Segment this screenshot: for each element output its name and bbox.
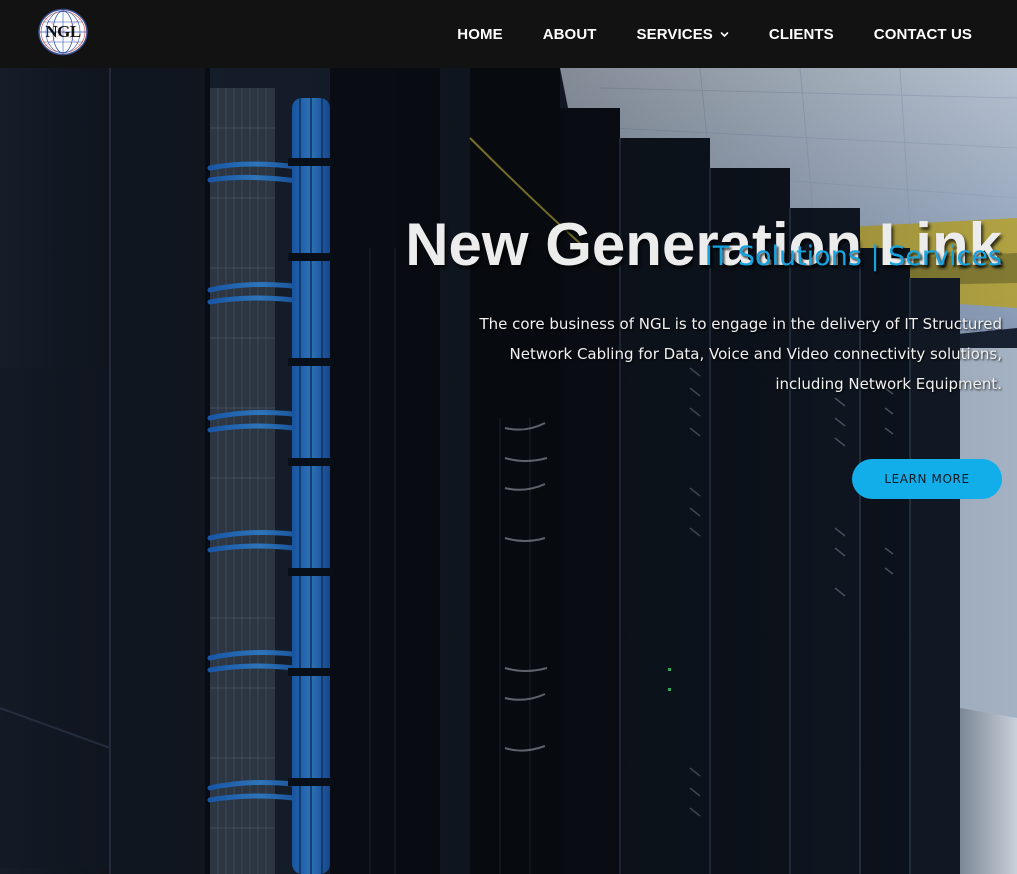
learn-more-button[interactable]: LEARN MORE (852, 459, 1002, 499)
hero-description: The core business of NGL is to engage in… (442, 309, 1002, 399)
hero-description-line: including Network Equipment. (775, 375, 1002, 393)
nav-services-label: SERVICES (636, 25, 713, 43)
chevron-down-icon (720, 30, 729, 39)
nav-contact-us[interactable]: CONTACT US (874, 26, 972, 43)
logo-text: NGL (45, 22, 81, 41)
nav-about[interactable]: ABOUT (543, 26, 597, 43)
nav-clients[interactable]: CLIENTS (769, 26, 834, 43)
hero-description-line: The core business of NGL is to engage in… (479, 315, 1002, 333)
nav-clients-label: CLIENTS (768, 25, 834, 43)
nav-home[interactable]: HOME (457, 26, 502, 43)
top-navigation-bar: NGL HOME ABOUT SERVICES CLIENTS CONTACT … (0, 0, 1017, 68)
nav-home-label: HOME (457, 25, 503, 43)
hero-description-line: Network Cabling for Data, Voice and Vide… (509, 345, 1002, 363)
hero-subtitle: IT Solutions | Services (704, 241, 1002, 272)
nav-about-label: ABOUT (542, 25, 597, 43)
site-logo[interactable]: NGL (37, 8, 89, 56)
hero-section: New Generation Link IT Solutions | Servi… (0, 68, 1017, 874)
nav-contact-us-label: CONTACT US (873, 25, 972, 43)
main-nav: HOME ABOUT SERVICES CLIENTS CONTACT US (457, 0, 972, 68)
nav-services[interactable]: SERVICES (637, 26, 729, 43)
page: NGL HOME ABOUT SERVICES CLIENTS CONTACT … (0, 0, 1017, 874)
learn-more-label: LEARN MORE (884, 472, 970, 486)
